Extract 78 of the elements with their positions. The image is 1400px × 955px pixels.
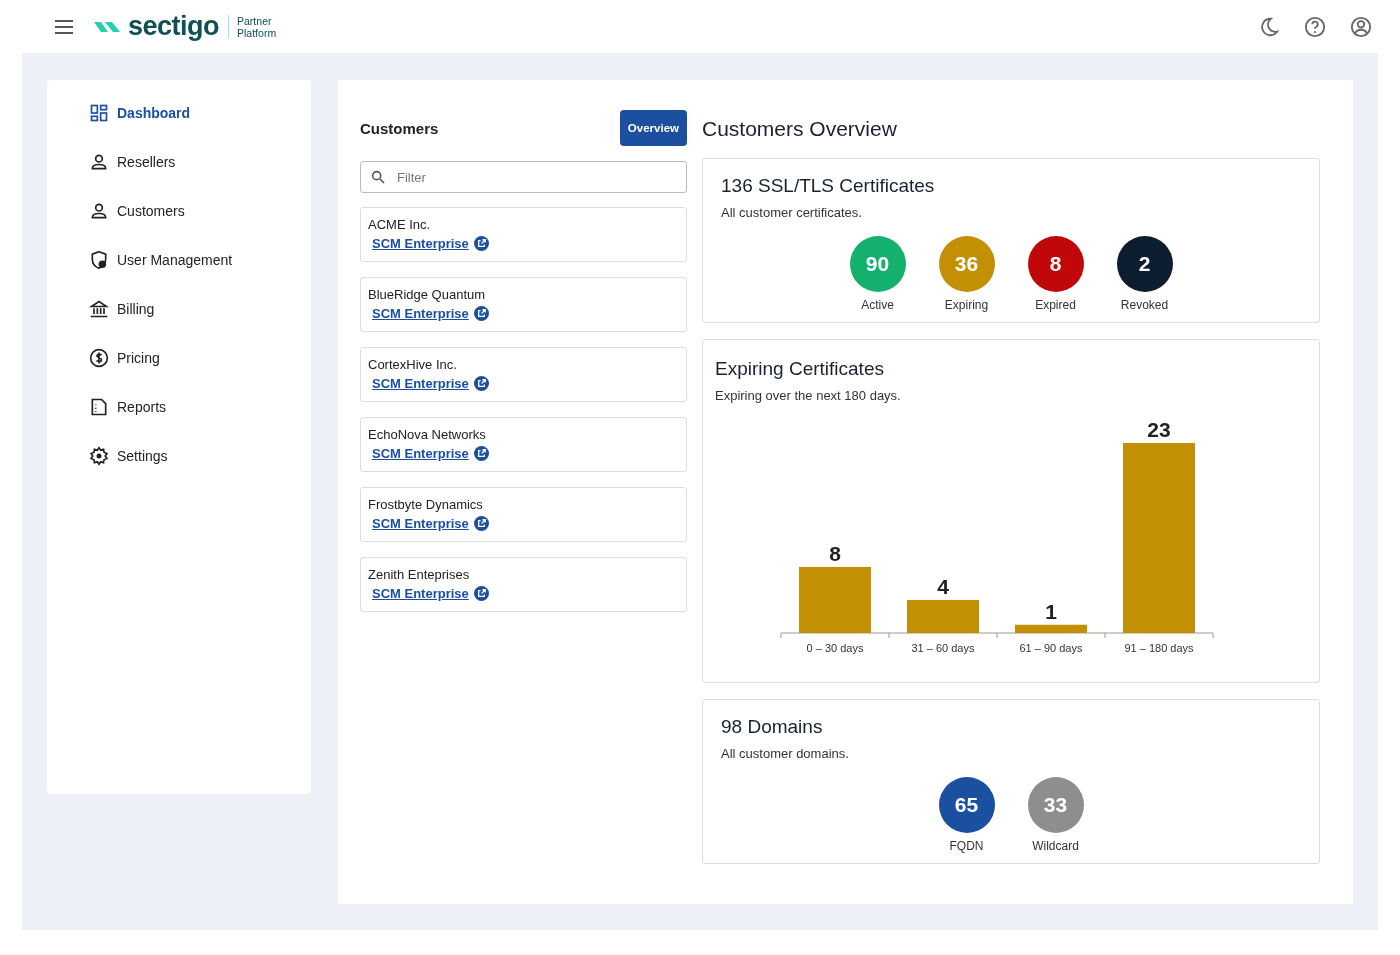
- nav-item[interactable]: Resellers: [89, 149, 311, 174]
- axis-label: 61 – 90 days: [1019, 642, 1083, 654]
- card-title: 98 Domains: [721, 716, 824, 738]
- platform-label: Partner Platform: [228, 14, 277, 39]
- customer-name: BlueRidge Quantum: [368, 287, 487, 302]
- product-link[interactable]: SCM Enterprise: [372, 306, 469, 321]
- customer-card[interactable]: EchoNova Networks SCM Enterprise: [360, 417, 687, 472]
- external-link-icon[interactable]: [473, 236, 489, 251]
- customer-card[interactable]: CortexHive Inc. SCM Enterprise: [360, 347, 687, 402]
- nav-item[interactable]: Dashboard: [89, 100, 311, 125]
- stat-circle: 36: [938, 236, 995, 292]
- stat-label: Revoked: [1120, 298, 1169, 312]
- shield-lock-icon: [89, 249, 109, 270]
- dollar-icon: [89, 347, 109, 368]
- filter-field[interactable]: Filter: [360, 161, 687, 193]
- customer-card[interactable]: Zenith Enteprises SCM Enterprise: [360, 557, 687, 612]
- nav-item[interactable]: User Management: [89, 247, 311, 272]
- data-label: 8: [829, 541, 841, 565]
- stat-circle: 65: [938, 777, 995, 833]
- card-subtitle: All customer certificates.: [721, 205, 863, 220]
- nav-item[interactable]: Customers: [89, 198, 311, 223]
- customer-name: ACME Inc.: [368, 217, 432, 232]
- card-title: 136 SSL/TLS Certificates: [721, 175, 936, 197]
- product-link[interactable]: SCM Enterprise: [372, 516, 469, 531]
- product-link[interactable]: SCM Enterprise: [372, 586, 469, 601]
- overview-title: Customers Overview: [702, 116, 898, 142]
- axis-label: 31 – 60 days: [911, 642, 975, 654]
- external-link-icon[interactable]: [473, 376, 489, 391]
- account-icon[interactable]: [1350, 15, 1372, 38]
- nav-item[interactable]: Settings: [89, 443, 311, 468]
- product-link[interactable]: SCM Enterprise: [372, 446, 469, 461]
- moon-icon[interactable]: [1258, 15, 1280, 38]
- card-subtitle: All customer domains.: [721, 746, 850, 761]
- stat-circle: 90: [849, 236, 906, 292]
- stat-label: FQDN: [949, 839, 984, 853]
- gear-icon: [89, 445, 109, 466]
- external-link-icon[interactable]: [473, 306, 489, 321]
- stat-circle: 8: [1027, 236, 1084, 292]
- card-title: Expiring Certificates: [715, 358, 885, 380]
- stat-label: Wildcard: [1032, 839, 1079, 853]
- nav-item[interactable]: Pricing: [89, 345, 311, 370]
- data-label: 1: [1045, 599, 1057, 623]
- section-title: Customers: [360, 119, 439, 137]
- overview-button[interactable]: Overview: [619, 110, 687, 146]
- customer-name: Frostbyte Dynamics: [368, 497, 484, 512]
- customer-card[interactable]: ACME Inc. SCM Enterprise: [360, 207, 687, 262]
- stat-circle: 33: [1027, 777, 1084, 833]
- bar: [907, 599, 979, 633]
- customer-card[interactable]: BlueRidge Quantum SCM Enterprise: [360, 277, 687, 332]
- stat-label: Expiring: [944, 298, 989, 312]
- bar: [799, 566, 871, 633]
- brand-name: sectigo: [128, 11, 220, 42]
- stat-label: Active: [861, 298, 894, 312]
- external-link-icon[interactable]: [473, 586, 489, 601]
- external-link-icon[interactable]: [473, 446, 489, 461]
- data-label: 23: [1147, 418, 1171, 441]
- data-label: 4: [937, 574, 949, 598]
- bank-icon: [89, 298, 109, 319]
- customer-name: CortexHive Inc.: [368, 357, 458, 372]
- customer-card[interactable]: Frostbyte Dynamics SCM Enterprise: [360, 487, 687, 542]
- external-link-icon[interactable]: [473, 516, 489, 531]
- stat-circle: 2: [1116, 236, 1173, 292]
- dashboard-icon: [89, 102, 109, 123]
- help-icon[interactable]: [1304, 15, 1326, 38]
- card-subtitle: Expiring over the next 180 days.: [715, 388, 902, 403]
- customer-name: Zenith Enteprises: [368, 567, 471, 582]
- stat-label: Expired: [1035, 298, 1076, 312]
- customer-name: EchoNova Networks: [368, 427, 487, 442]
- product-link[interactable]: SCM Enterprise: [372, 376, 469, 391]
- axis-label: 91 – 180 days: [1124, 642, 1194, 654]
- menu-icon[interactable]: [54, 19, 74, 34]
- search-icon: [370, 169, 386, 185]
- axis-label: 0 – 30 days: [806, 642, 864, 654]
- document-icon: [89, 396, 109, 417]
- bar: [1015, 624, 1087, 633]
- nav-item[interactable]: Reports: [89, 394, 311, 419]
- product-link[interactable]: SCM Enterprise: [372, 236, 469, 251]
- nav-item[interactable]: Billing: [89, 296, 311, 321]
